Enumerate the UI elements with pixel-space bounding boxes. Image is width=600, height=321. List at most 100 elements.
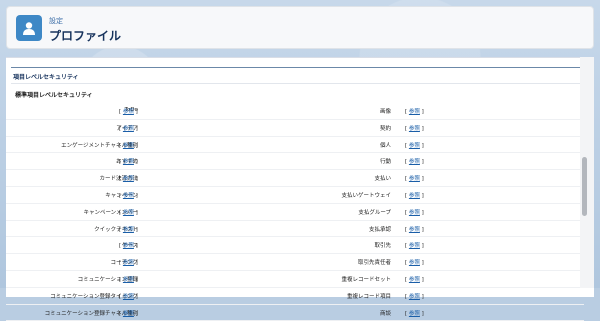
bracket-close: ] xyxy=(133,293,138,300)
field-label: 支払グループ xyxy=(358,209,391,216)
page-header: 設定 プロファイル xyxy=(6,6,594,49)
view-link[interactable]: 参照 xyxy=(409,294,420,300)
view-link-cell: [ 参照 ] xyxy=(405,124,424,132)
table-row: コーチング [ 参照 ] 取引先責任者 [ 参照 ] xyxy=(6,254,584,271)
table-row: キャンペーンメンバー [ 参照 ] 支払グループ [ 参照 ] xyxy=(6,204,584,221)
bracket-close: ] xyxy=(133,226,138,233)
bracket-close: ] xyxy=(133,310,138,317)
view-link-cell: [ 参照 ] xyxy=(119,141,138,149)
view-link-cell: [ 参照 ] xyxy=(119,309,138,317)
bracket-close: ] xyxy=(419,293,424,300)
bracket-close: ] xyxy=(419,276,424,283)
view-link-cell: [ 参照 ] xyxy=(405,174,424,182)
field-label: 重複レコード項目 xyxy=(346,293,391,300)
table-row: ToDo [ 参照 ] 画像 [ 参照 ] xyxy=(6,103,584,120)
view-link[interactable]: 参照 xyxy=(123,277,134,283)
view-link-cell: [ 参照 ] xyxy=(405,225,424,233)
page-title: プロファイル xyxy=(49,29,122,43)
field-label: 重複レコードセット xyxy=(341,276,391,283)
bracket-close: ] xyxy=(133,142,138,149)
view-link-cell: [ 参照 ] xyxy=(119,107,138,115)
bracket-close: ] xyxy=(419,176,424,183)
field-label: 支払承認 xyxy=(368,226,391,233)
bracket-close: ] xyxy=(133,192,138,199)
table-row: おすすめ [ 参照 ] 行動 [ 参照 ] xyxy=(6,153,584,171)
view-link[interactable]: 参照 xyxy=(123,126,134,132)
view-link[interactable]: 参照 xyxy=(409,126,420,132)
field-label: 行動 xyxy=(379,159,391,166)
view-link-cell: [ 参照 ] xyxy=(405,275,424,283)
view-link[interactable]: 参照 xyxy=(409,277,420,283)
view-link-cell: [ 参照 ] xyxy=(119,208,138,216)
table-row: コミュニケーション登録チャネル種別 [ 参照 ] 商談 [ 参照 ] xyxy=(6,305,584,321)
bracket-close: ] xyxy=(419,159,424,166)
bracket-close: ] xyxy=(133,176,138,183)
subsection-title: 標準項目レベルセキュリティ xyxy=(15,92,93,99)
view-link-cell: [ 参照 ] xyxy=(405,309,424,317)
section-title: 項目レベルセキュリティ xyxy=(13,74,79,81)
field-label: 個人 xyxy=(379,142,391,149)
view-link-cell: [ 参照 ] xyxy=(405,292,424,300)
table-row: ケース [ 参照 ] 取引先 [ 参照 ] xyxy=(6,237,584,255)
view-link[interactable]: 参照 xyxy=(409,311,420,317)
section-divider xyxy=(11,83,584,84)
view-link-cell: [ 参照 ] xyxy=(119,225,138,233)
content-panel: 項目レベルセキュリティ 標準項目レベルセキュリティ ToDo [ 参照 ] 画像… xyxy=(6,57,594,321)
view-link[interactable]: 参照 xyxy=(123,210,134,216)
field-label: 取引先 xyxy=(374,243,391,250)
view-link[interactable]: 参照 xyxy=(409,193,420,199)
view-link-cell: [ 参照 ] xyxy=(119,174,138,182)
bracket-close: ] xyxy=(419,125,424,132)
view-link[interactable]: 参照 xyxy=(123,311,134,317)
bracket-close: ] xyxy=(419,109,424,115)
view-link[interactable]: 参照 xyxy=(123,227,134,233)
view-link[interactable]: 参照 xyxy=(409,227,420,233)
view-link[interactable]: 参照 xyxy=(123,159,134,165)
view-link[interactable]: 参照 xyxy=(123,243,134,249)
view-link-cell: [ 参照 ] xyxy=(119,241,138,249)
view-link[interactable]: 参照 xyxy=(123,176,134,182)
view-link[interactable]: 参照 xyxy=(409,143,420,149)
user-icon xyxy=(23,22,35,35)
bracket-close: ] xyxy=(419,142,424,149)
view-link-cell: [ 参照 ] xyxy=(405,107,424,115)
bracket-close: ] xyxy=(133,209,138,216)
field-label: 商談 xyxy=(379,310,391,317)
field-label: 支払いゲートウェイ xyxy=(341,192,391,199)
field-security-table: ToDo [ 参照 ] 画像 [ 参照 ] アイデア [ 参照 ] 契約 [ 参… xyxy=(6,103,584,321)
bracket-close: ] xyxy=(133,109,138,115)
table-row: コミュニケーション登録 [ 参照 ] 重複レコードセット [ 参照 ] xyxy=(6,271,584,288)
bracket-close: ] xyxy=(419,226,424,233)
breadcrumb[interactable]: 設定 xyxy=(49,16,63,26)
view-link[interactable]: 参照 xyxy=(409,109,420,115)
scrollbar-thumb[interactable] xyxy=(582,157,587,216)
view-link[interactable]: 参照 xyxy=(409,159,420,165)
view-link[interactable]: 参照 xyxy=(123,109,134,115)
bracket-close: ] xyxy=(133,276,138,283)
table-row: キャンペーン [ 参照 ] 支払いゲートウェイ [ 参照 ] xyxy=(6,187,584,204)
view-link-cell: [ 参照 ] xyxy=(405,191,424,199)
table-row: エンゲージメントチャネル種別 [ 参照 ] 個人 [ 参照 ] xyxy=(6,137,584,154)
section-divider xyxy=(11,67,584,68)
table-row: クイックテキスト [ 参照 ] 支払承認 [ 参照 ] xyxy=(6,221,584,238)
view-link[interactable]: 参照 xyxy=(123,193,134,199)
view-link[interactable]: 参照 xyxy=(409,260,420,266)
bracket-close: ] xyxy=(419,243,424,250)
bracket-close: ] xyxy=(133,243,138,250)
view-link[interactable]: 参照 xyxy=(409,243,420,249)
view-link[interactable]: 参照 xyxy=(123,260,134,266)
view-link[interactable]: 参照 xyxy=(409,210,420,216)
view-link-cell: [ 参照 ] xyxy=(405,258,424,266)
view-link-cell: [ 参照 ] xyxy=(119,258,138,266)
view-link-cell: [ 参照 ] xyxy=(405,157,424,165)
view-link-cell: [ 参照 ] xyxy=(119,191,138,199)
field-label: 支払い xyxy=(374,176,391,183)
view-link-cell: [ 参照 ] xyxy=(405,208,424,216)
table-row: コミュニケーション登録タイミング [ 参照 ] 重複レコード項目 [ 参照 ] xyxy=(6,288,584,305)
bracket-close: ] xyxy=(419,192,424,199)
view-link[interactable]: 参照 xyxy=(123,294,134,300)
view-link[interactable]: 参照 xyxy=(123,143,134,149)
bracket-close: ] xyxy=(419,209,424,216)
view-link[interactable]: 参照 xyxy=(409,176,420,182)
profile-avatar xyxy=(16,15,42,41)
